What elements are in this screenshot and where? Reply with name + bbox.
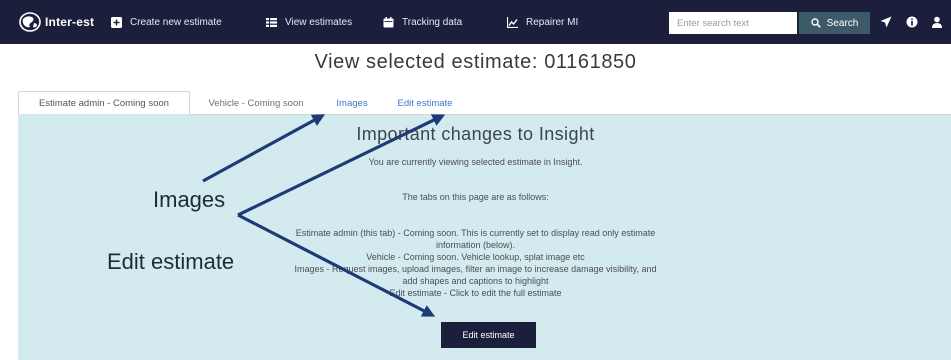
panel-intro: You are currently viewing selected estim… — [368, 157, 583, 167]
top-navbar: Inter-est Create new estimate View estim… — [0, 0, 951, 44]
search-icon — [810, 18, 821, 28]
nav-view-estimates[interactable]: View estimates — [266, 15, 352, 29]
globe-logo-icon — [19, 12, 41, 32]
tab-edit-estimate[interactable]: Edit estimate — [388, 91, 462, 115]
search-button[interactable]: Search — [799, 12, 870, 34]
plus-square-icon — [111, 16, 122, 28]
send-icon[interactable] — [880, 16, 892, 28]
panel-line: Edit estimate - Click to edit the full e… — [389, 288, 562, 298]
panel-line: add shapes and captions to highlight — [402, 276, 549, 286]
tab-estimate-admin[interactable]: Estimate admin - Coming soon — [18, 91, 190, 115]
nav-repairer-label: Repairer MI — [526, 16, 579, 28]
nav-repairer-mi[interactable]: Repairer MI — [507, 15, 578, 29]
nav-view-label: View estimates — [285, 16, 353, 28]
panel-tabs-intro: The tabs on this page are as follows: — [402, 192, 549, 202]
search-button-label: Search — [826, 17, 859, 29]
nav-tracking-data[interactable]: Tracking data — [383, 15, 462, 29]
panel-heading: Important changes to Insight — [356, 124, 595, 144]
brand-name: Inter-est — [45, 15, 95, 29]
search-input[interactable] — [669, 12, 797, 34]
tab-vehicle[interactable]: Vehicle - Coming soon — [196, 91, 316, 115]
nav-create-label: Create new estimate — [130, 16, 222, 28]
info-icon[interactable] — [906, 16, 918, 28]
brand[interactable]: Inter-est — [18, 10, 94, 34]
annotation-edit-label: Edit estimate — [107, 249, 235, 274]
page-title: View selected estimate: 01161850 — [314, 51, 637, 73]
annotation-images-label: Images — [153, 187, 226, 212]
edit-estimate-button[interactable]: Edit estimate — [441, 322, 536, 348]
line-chart-icon — [507, 16, 518, 28]
panel-line: Estimate admin (this tab) - Coming soon.… — [295, 228, 656, 238]
nav-tracking-label: Tracking data — [402, 16, 463, 28]
tab-images[interactable]: Images — [330, 91, 374, 115]
nav-create-new-estimate[interactable]: Create new estimate — [111, 15, 222, 29]
list-icon — [266, 17, 277, 27]
user-icon[interactable] — [931, 16, 943, 28]
calendar-icon — [383, 16, 394, 27]
